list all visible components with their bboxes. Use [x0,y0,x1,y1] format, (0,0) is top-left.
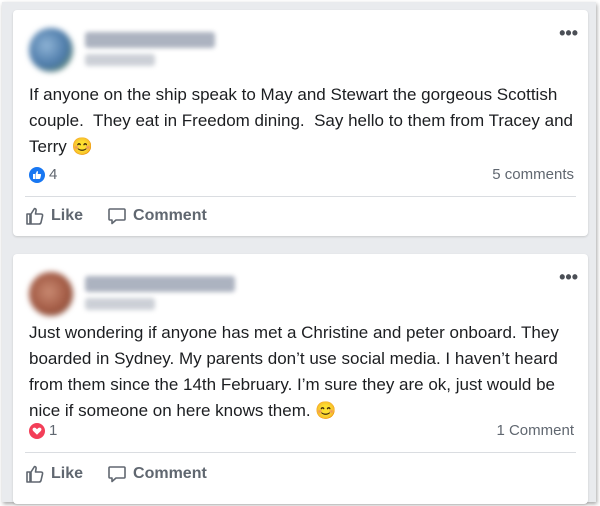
comments-count-link[interactable]: 1 Comment [496,422,574,439]
comment-bubble-icon [107,464,127,484]
divider [25,196,576,197]
post-card: ••• Just wondering if anyone has met a C… [13,254,588,504]
post-text: If anyone on the ship speak to May and S… [29,85,578,156]
author-name-redacted[interactable] [85,276,235,292]
comment-button[interactable]: Comment [107,202,207,230]
post-card: ••• If anyone on the ship speak to May a… [13,10,588,236]
screenshot-frame: ••• If anyone on the ship speak to May a… [2,2,596,504]
like-button[interactable]: Like [25,202,83,230]
comments-count-link[interactable]: 5 comments [492,166,574,183]
like-button[interactable]: Like [25,460,83,488]
post-date-redacted[interactable] [85,54,155,66]
post-text: Just wondering if anyone has met a Chris… [29,323,564,420]
comment-button[interactable]: Comment [107,460,207,488]
comment-bubble-icon [107,206,127,226]
heart-icon [29,422,45,439]
avatar[interactable] [29,272,73,316]
like-label: Like [51,465,84,482]
thumbs-up-icon [25,206,45,226]
divider [25,452,576,453]
like-label: Like [51,207,84,224]
avatar[interactable] [29,28,73,72]
post-actions: Like Comment [25,460,231,488]
author-name-redacted[interactable] [85,32,215,48]
post-date-redacted[interactable] [85,298,155,310]
comment-label: Comment [133,207,207,224]
comment-label: Comment [133,465,207,482]
reaction-count: 1 [49,422,58,439]
reaction-summary[interactable]: 4 [29,166,57,183]
reaction-count: 4 [49,166,58,183]
post-actions: Like Comment [25,202,231,230]
more-options-button[interactable]: ••• [559,268,578,286]
like-icon [29,166,45,183]
reaction-summary[interactable]: 1 [29,422,57,439]
thumbs-up-icon [25,464,45,484]
more-options-button[interactable]: ••• [559,24,578,42]
